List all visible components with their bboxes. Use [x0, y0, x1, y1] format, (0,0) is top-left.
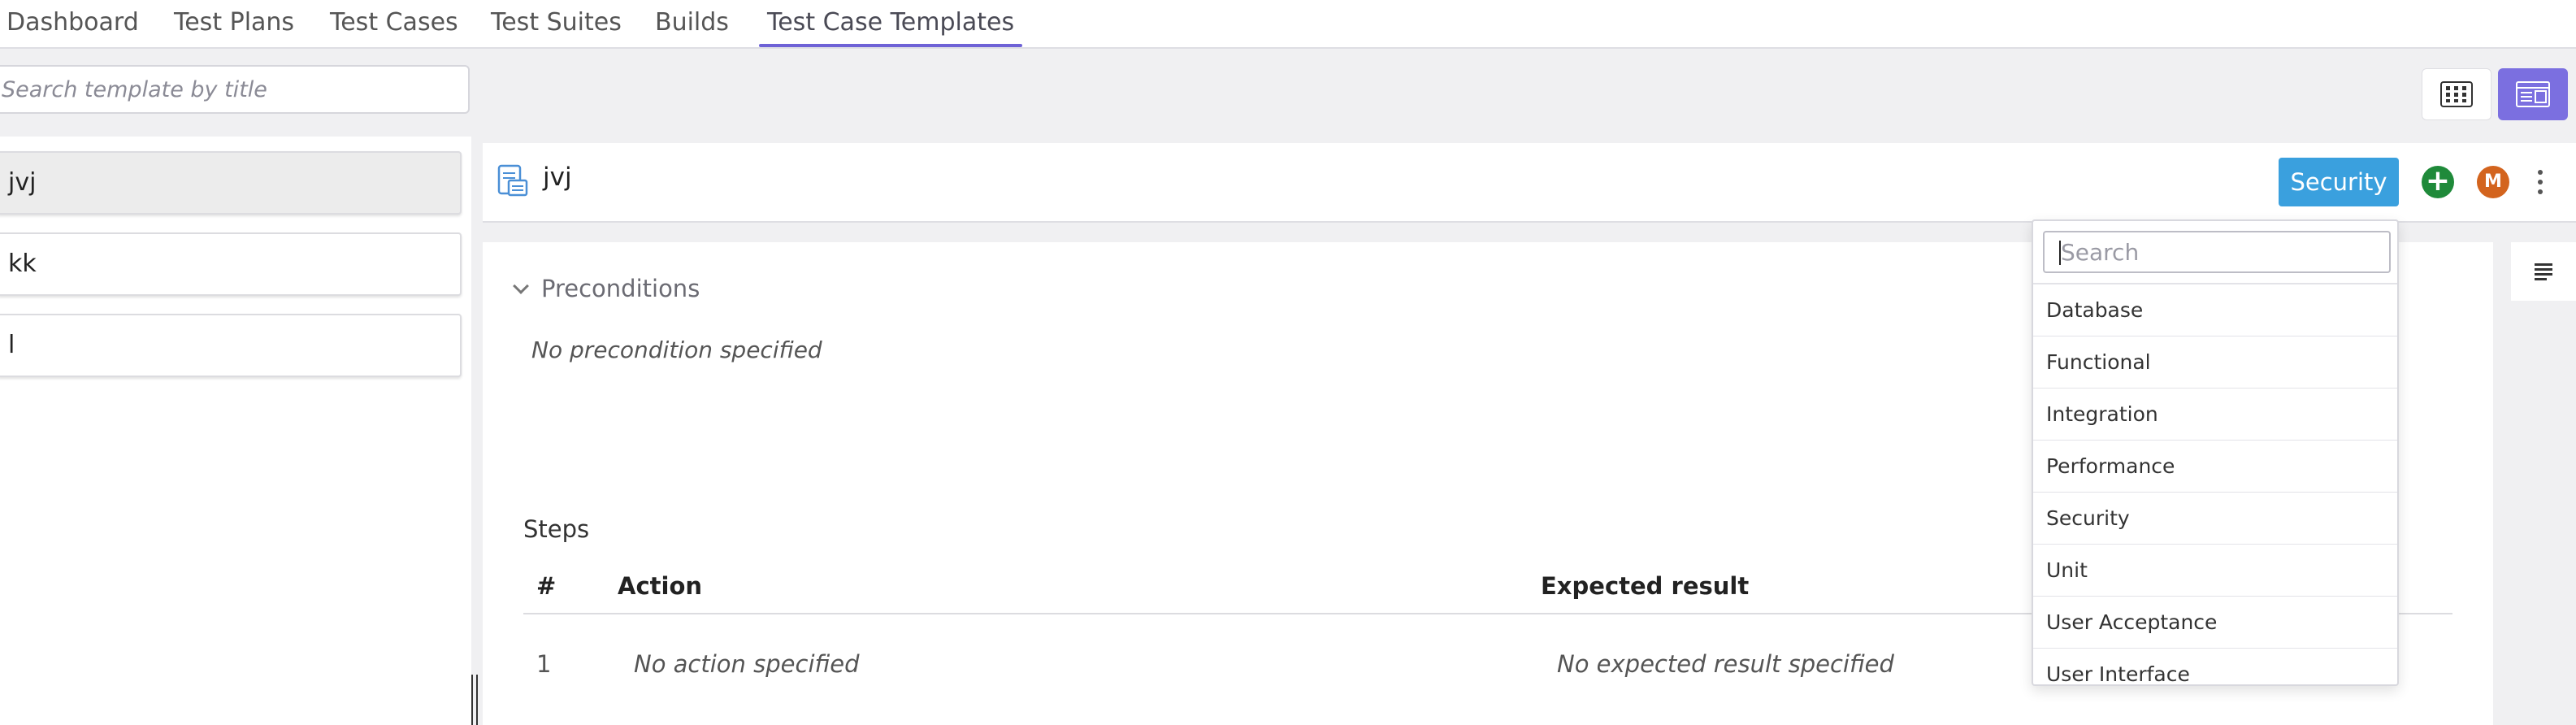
option-user-acceptance[interactable]: User Acceptance — [2033, 597, 2397, 649]
add-icon[interactable]: + — [2422, 166, 2454, 198]
preconditions-toggle[interactable]: Preconditions — [513, 275, 700, 302]
tab-dashboard[interactable]: Dashboard — [7, 0, 139, 47]
template-search-input[interactable] — [0, 65, 470, 114]
option-security[interactable]: Security — [2033, 493, 2397, 545]
list-icon — [2535, 261, 2552, 283]
preconditions-empty-text: No precondition specified — [531, 336, 822, 363]
dropdown-search-input[interactable] — [2043, 231, 2391, 273]
step-expected-result[interactable]: No expected result specified — [1557, 650, 1894, 678]
option-functional[interactable]: Functional — [2033, 336, 2397, 389]
tab-test-suites[interactable]: Test Suites — [491, 0, 622, 47]
tab-test-plans[interactable]: Test Plans — [174, 0, 294, 47]
grid-view-button[interactable] — [2422, 68, 2491, 120]
template-item-jvj[interactable]: jvj — [0, 151, 462, 215]
outline-toggle-button[interactable] — [2511, 242, 2576, 301]
tab-test-case-templates[interactable]: Test Case Templates — [758, 0, 1023, 47]
option-unit[interactable]: Unit — [2033, 545, 2397, 597]
template-item-kk[interactable]: kk — [0, 232, 462, 296]
template-detail-header: jvj Security + M — [483, 143, 2576, 223]
step-action[interactable]: No action specified — [634, 650, 859, 678]
avatar[interactable]: M — [2477, 166, 2509, 198]
split-view-icon — [2516, 81, 2550, 107]
option-performance[interactable]: Performance — [2033, 441, 2397, 493]
chevron-down-icon — [513, 278, 529, 294]
text-cursor — [2059, 241, 2061, 265]
tab-test-cases[interactable]: Test Cases — [330, 0, 458, 47]
column-header-expected-result: Expected result — [1541, 572, 1750, 600]
document-icon — [497, 164, 528, 197]
option-database[interactable]: Database — [2033, 284, 2397, 336]
steps-heading: Steps — [523, 515, 590, 543]
option-user-interface[interactable]: User Interface — [2033, 649, 2397, 684]
step-number: 1 — [536, 650, 552, 678]
detail-view-button[interactable] — [2498, 68, 2568, 120]
grid-icon — [2440, 81, 2473, 107]
tab-builds[interactable]: Builds — [655, 0, 729, 47]
template-item-l[interactable]: l — [0, 314, 462, 377]
template-title: jvj — [543, 163, 572, 192]
template-list: jvj kk l — [0, 137, 471, 725]
panel-resize-handle[interactable] — [471, 675, 478, 725]
preconditions-heading: Preconditions — [541, 275, 700, 302]
test-type-dropdown: Database Functional Integration Performa… — [2032, 219, 2399, 686]
top-navigation: Dashboard Test Plans Test Cases Test Sui… — [0, 0, 2576, 49]
column-header-number: # — [536, 572, 557, 600]
column-header-action: Action — [618, 572, 703, 600]
more-options-icon[interactable] — [2532, 166, 2548, 198]
option-integration[interactable]: Integration — [2033, 389, 2397, 441]
test-type-button[interactable]: Security — [2279, 158, 2399, 206]
